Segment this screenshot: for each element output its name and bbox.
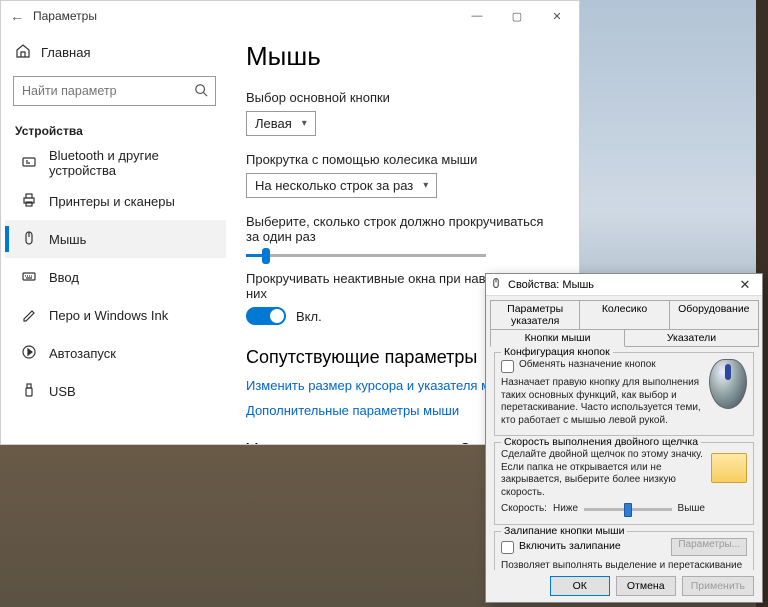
keyboard-icon xyxy=(21,268,37,287)
clicklock-label: Включить залипание xyxy=(519,540,621,552)
sidebar-item-usb[interactable]: USB xyxy=(5,372,226,410)
slider-thumb[interactable] xyxy=(262,248,270,264)
section-label: Устройства xyxy=(5,114,226,144)
tab-pointers[interactable]: Указатели xyxy=(624,329,759,347)
sidebar-item-pen[interactable]: Перо и Windows Ink xyxy=(5,296,226,334)
speed-slow-label: Ниже xyxy=(553,503,578,516)
chevron-down-icon: ▾ xyxy=(302,118,307,129)
sidebar-item-label: Перо и Windows Ink xyxy=(49,308,168,323)
search-wrap xyxy=(13,76,216,106)
close-button[interactable]: ✕ xyxy=(732,277,758,293)
home-label: Главная xyxy=(41,45,90,60)
minimize-button[interactable]: — xyxy=(457,2,497,30)
search-icon xyxy=(194,83,208,102)
ok-button[interactable]: ОК xyxy=(550,576,610,596)
chevron-down-icon: ▾ xyxy=(423,180,428,191)
sidebar-item-label: Ввод xyxy=(49,270,79,285)
sidebar-item-mouse[interactable]: Мышь xyxy=(5,220,226,258)
test-folder-icon[interactable] xyxy=(711,453,747,483)
back-button[interactable]: ← xyxy=(3,8,31,24)
clicklock-settings-button: Параметры... xyxy=(671,538,747,556)
home-item[interactable]: Главная xyxy=(5,37,226,68)
mouseprops-body: Конфигурация кнопок Обменять назначение … xyxy=(486,346,762,570)
swap-buttons-input[interactable] xyxy=(501,360,514,373)
maximize-button[interactable]: ▢ xyxy=(497,2,537,30)
tab-buttons[interactable]: Кнопки мыши xyxy=(490,329,625,347)
clicklock-input[interactable] xyxy=(501,541,514,554)
page-title: Мышь xyxy=(246,41,555,72)
tab-pointer-options[interactable]: Параметры указателя xyxy=(490,300,580,330)
sidebar-item-typing[interactable]: Ввод xyxy=(5,258,226,296)
dialog-footer: ОК Отмена Применить xyxy=(486,570,762,602)
lines-slider[interactable] xyxy=(246,254,486,257)
slider-thumb[interactable] xyxy=(624,503,632,517)
tab-wheel[interactable]: Колесико xyxy=(579,300,669,330)
dblclick-desc: Сделайте двойной щелчок по этому значку.… xyxy=(501,449,705,499)
cancel-button[interactable]: Отмена xyxy=(616,576,676,596)
mouseprops-titlebar: Свойства: Мышь ✕ xyxy=(486,274,762,296)
group-legend: Залипание кнопки мыши xyxy=(501,525,627,537)
clicklock-desc: Позволяет выполнять выделение и перетаск… xyxy=(501,560,747,571)
inactive-windows-toggle[interactable] xyxy=(246,307,286,325)
primary-button-label: Выбор основной кнопки xyxy=(246,90,555,105)
sidebar-item-label: Автозапуск xyxy=(49,346,116,361)
autoplay-icon xyxy=(21,344,37,363)
tabs-container: Параметры указателя Колесико Оборудовани… xyxy=(486,296,762,346)
group-doubleclick-speed: Скорость выполнения двойного щелчка Сдел… xyxy=(494,442,754,525)
search-input[interactable] xyxy=(13,76,216,106)
speed-label: Скорость: xyxy=(501,503,547,516)
settings-titlebar: ← Параметры — ▢ ✕ xyxy=(1,1,579,31)
group-legend: Конфигурация кнопок xyxy=(501,346,613,358)
printer-icon xyxy=(21,192,37,211)
sidebar-item-label: Bluetooth и другие устройства xyxy=(49,148,216,178)
bluetooth-icon xyxy=(21,154,37,173)
combo-value: На несколько строк за раз xyxy=(255,178,413,193)
sidebar-item-bluetooth[interactable]: Bluetooth и другие устройства xyxy=(5,144,226,182)
sidebar-item-printers[interactable]: Принтеры и сканеры xyxy=(5,182,226,220)
sidebar-item-label: USB xyxy=(49,384,76,399)
usb-icon xyxy=(21,382,37,401)
mouse-properties-dialog: Свойства: Мышь ✕ Параметры указателя Кол… xyxy=(485,273,763,603)
window-title: Параметры xyxy=(33,9,97,23)
mouse-illustration xyxy=(709,359,747,409)
speed-fast-label: Выше xyxy=(678,503,705,516)
scroll-mode-combo[interactable]: На несколько строк за раз ▾ xyxy=(246,173,437,198)
home-icon xyxy=(15,43,31,62)
close-button[interactable]: ✕ xyxy=(537,2,577,30)
sidebar-item-autoplay[interactable]: Автозапуск xyxy=(5,334,226,372)
group-button-config: Конфигурация кнопок Обменять назначение … xyxy=(494,352,754,436)
swap-buttons-label: Обменять назначение кнопок xyxy=(519,359,656,372)
sidebar-item-label: Мышь xyxy=(49,232,86,247)
combo-value: Левая xyxy=(255,116,292,131)
clicklock-checkbox[interactable]: Включить залипание xyxy=(501,540,665,554)
apply-button[interactable]: Применить xyxy=(682,576,754,596)
toggle-knob xyxy=(270,309,284,323)
group-legend: Скорость выполнения двойного щелчка xyxy=(501,436,701,448)
settings-sidebar: Главная Устройства Bluetooth и другие ус… xyxy=(1,31,226,444)
sidebar-item-label: Принтеры и сканеры xyxy=(49,194,175,209)
swap-buttons-desc: Назначает правую кнопку для выполнения т… xyxy=(501,377,703,427)
swap-buttons-checkbox[interactable]: Обменять назначение кнопок xyxy=(501,359,703,373)
lines-label: Выберите, сколько строк должно прокручив… xyxy=(246,214,555,244)
pen-icon xyxy=(21,306,37,325)
tab-hardware[interactable]: Оборудование xyxy=(669,300,759,330)
toggle-state-text: Вкл. xyxy=(296,309,322,324)
dialog-title: Свойства: Мышь xyxy=(508,279,594,291)
dblclick-speed-slider[interactable] xyxy=(584,508,672,511)
scroll-mode-label: Прокрутка с помощью колесика мыши xyxy=(246,152,555,167)
mouse-icon xyxy=(490,277,502,292)
mouse-icon xyxy=(21,230,37,249)
primary-button-combo[interactable]: Левая ▾ xyxy=(246,111,316,136)
group-clicklock: Залипание кнопки мыши Включить залипание… xyxy=(494,531,754,571)
